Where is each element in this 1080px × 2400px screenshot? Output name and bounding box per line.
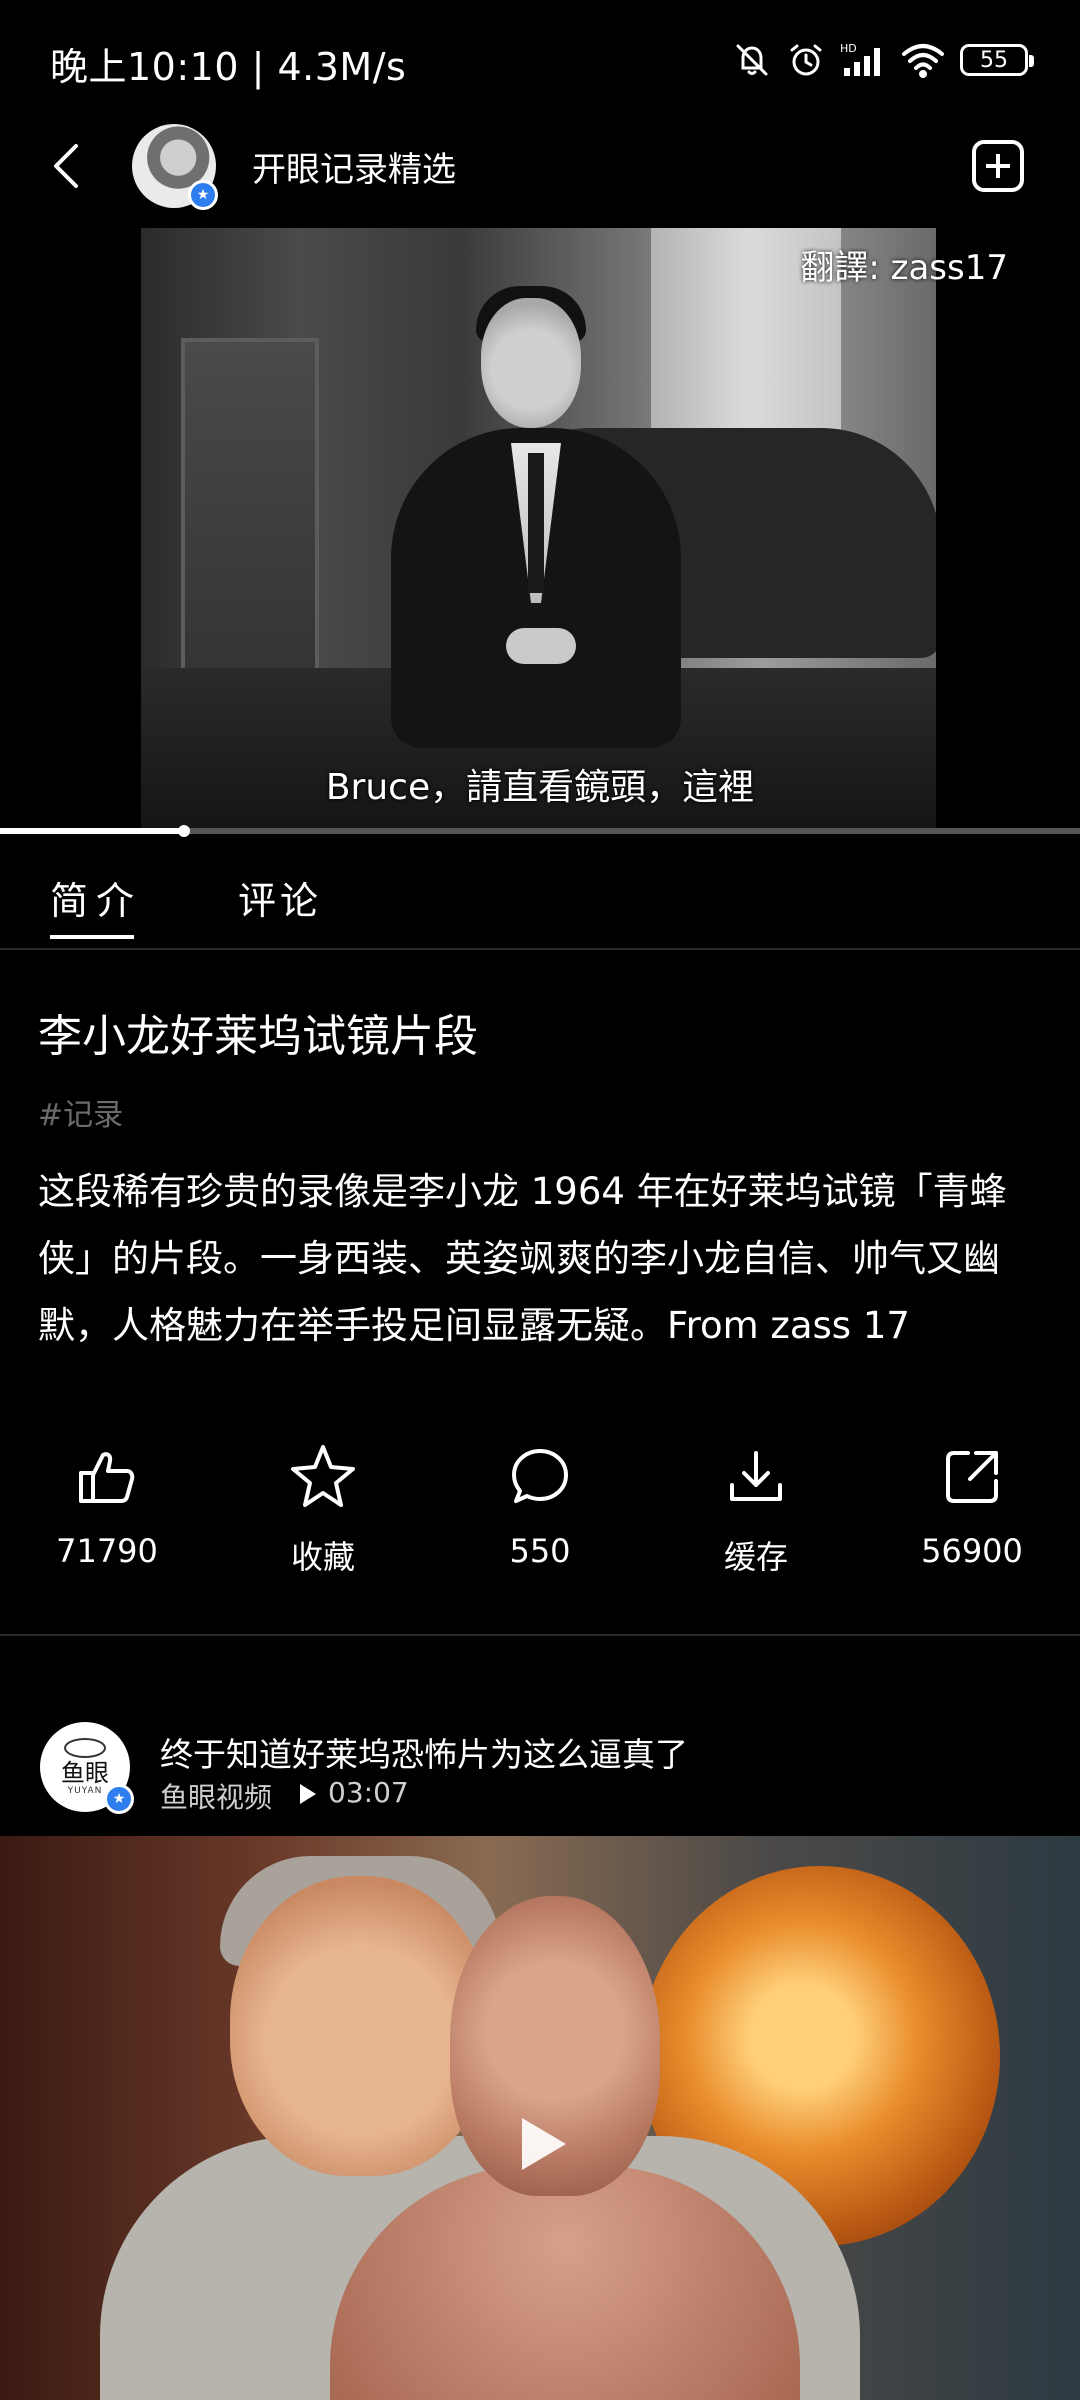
share-icon: [887, 1440, 1057, 1514]
channel-name[interactable]: 开眼记录精选: [252, 142, 456, 191]
wifi-icon: [900, 40, 946, 80]
recommended-video-title[interactable]: 终于知道好莱坞恐怖片为这么逼真了: [160, 1728, 688, 1776]
avatar-logo-text: 鱼眼: [61, 1759, 109, 1787]
share-button[interactable]: 56900: [887, 1440, 1057, 1570]
detail-tabs: 简介 评论: [0, 836, 1080, 950]
translator-caption: 翻譯: zass17: [800, 248, 1008, 288]
play-icon[interactable]: [522, 2118, 566, 2170]
tab-intro[interactable]: 简介: [50, 870, 142, 939]
video-frame: [141, 228, 936, 828]
add-box-icon[interactable]: [972, 140, 1024, 192]
top-bar: ★ 开眼记录精选: [0, 120, 1080, 212]
favorite-button[interactable]: 收藏: [238, 1440, 408, 1578]
like-count: 71790: [56, 1532, 158, 1570]
status-bar: 晚上10:10 | 4.3M/s HD 55: [0, 0, 1080, 120]
svg-text:HD: HD: [840, 42, 857, 55]
channel-avatar[interactable]: ★: [132, 124, 218, 210]
alarm-icon: [786, 40, 826, 80]
bell-off-icon: [732, 40, 772, 80]
avatar-logo-subtext: YUYAN: [67, 1786, 103, 1796]
download-icon: [671, 1440, 841, 1514]
status-time-speed: 晚上10:10 | 4.3M/s: [50, 45, 407, 89]
comment-icon: [455, 1440, 625, 1514]
tab-comments[interactable]: 评论: [238, 870, 322, 925]
video-progress-bar[interactable]: [0, 825, 1080, 837]
video-title: 李小龙好莱坞试镜片段: [38, 1011, 478, 1062]
comment-button[interactable]: 550: [455, 1440, 625, 1570]
verified-badge-icon: ★: [104, 1784, 134, 1814]
status-icons: HD 55: [732, 36, 1034, 84]
battery-level: 55: [980, 47, 1008, 73]
recommended-video-duration: 03:07: [328, 1776, 409, 1809]
eye-logo-icon: [64, 1738, 106, 1758]
signal-hd-icon: HD: [840, 40, 886, 80]
verified-badge-icon: ★: [188, 180, 218, 210]
like-button[interactable]: 71790: [22, 1440, 192, 1570]
action-bar: 71790 收藏 550 缓存 56900: [0, 1440, 1080, 1590]
recommended-video-header[interactable]: 鱼眼 YUYAN ★ 终于知道好莱坞恐怖片为这么逼真了 鱼眼视频 03:07: [0, 1700, 1080, 1814]
battery-icon: 55: [960, 44, 1034, 76]
video-subtitle: Bruce，請直看鏡頭，這裡: [325, 767, 755, 808]
video-tag[interactable]: #记录: [38, 1090, 123, 1134]
recommended-channel-avatar[interactable]: 鱼眼 YUYAN ★: [40, 1722, 134, 1814]
share-count: 56900: [921, 1532, 1023, 1570]
favorite-label: 收藏: [290, 1538, 355, 1576]
video-description: 这段稀有珍贵的录像是李小龙 1964 年在好莱坞试镜「青蜂侠」的片段。一身西装、…: [38, 1170, 1007, 1347]
back-arrow-icon[interactable]: [46, 140, 86, 192]
video-player[interactable]: 翻譯: zass17 Bruce，請直看鏡頭，這裡: [0, 228, 1080, 837]
thumbs-up-icon: [22, 1440, 192, 1514]
divider: [0, 1634, 1080, 1636]
star-icon: [238, 1440, 408, 1514]
download-button[interactable]: 缓存: [671, 1440, 841, 1578]
video-progress-fill: [0, 828, 184, 834]
recommended-video-source: 鱼眼视频: [160, 1781, 273, 1814]
play-icon: [300, 1784, 316, 1804]
comment-count: 550: [509, 1532, 571, 1570]
download-label: 缓存: [723, 1538, 788, 1576]
